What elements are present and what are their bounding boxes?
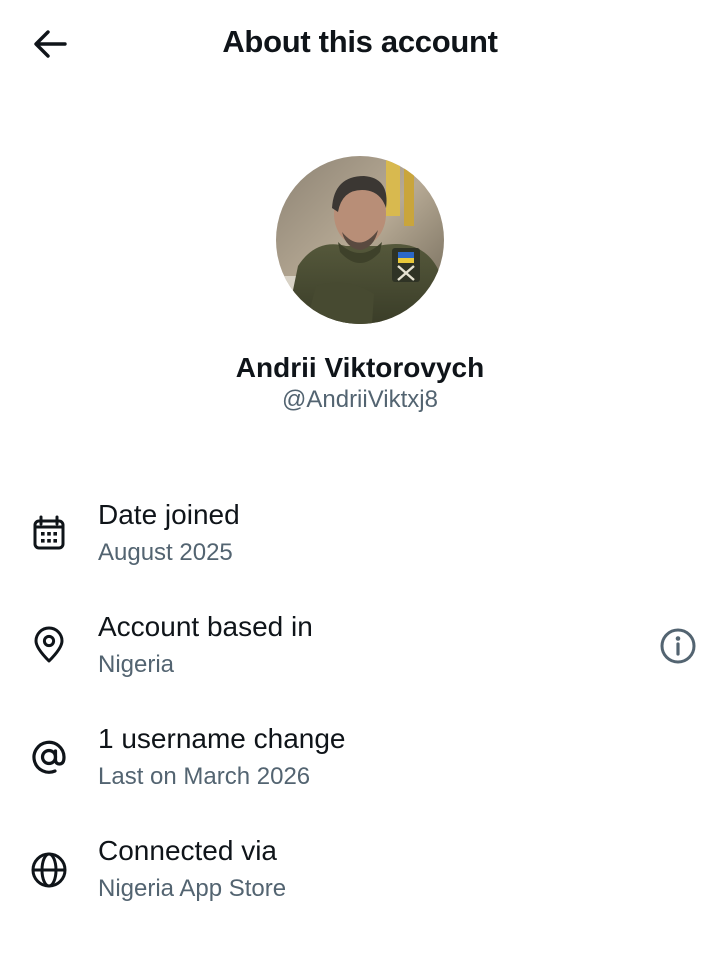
globe-icon [28,849,70,891]
profile-photo [276,156,444,324]
top-bar: About this account [0,0,720,88]
username-change-value: Last on March 2026 [98,763,311,790]
date-joined-value: August 2025 [98,539,233,566]
account-based-in-label: Account based in [98,611,313,642]
detail-row-connected-via: Connected via Nigeria App Store [0,834,720,926]
at-sign-icon [28,736,70,778]
connected-via-value: Nigeria App Store [98,875,287,902]
detail-row-username-change: 1 username change Last on March 2026 [0,722,720,814]
connected-via-label: Connected via [98,835,278,866]
username-change-label: 1 username change [98,723,346,754]
display-name: Andrii Viktorovych [235,352,485,383]
username-handle: @AndriiViktxj8 [282,386,438,413]
location-pin-icon [28,624,70,666]
account-based-in-value: Nigeria [98,651,175,678]
detail-row-account-based-in: Account based in Nigeria [0,610,720,702]
calendar-icon [28,512,70,554]
detail-row-date-joined: Date joined August 2025 [0,498,720,590]
date-joined-label: Date joined [98,499,240,530]
avatar[interactable] [276,156,444,324]
page-title: About this account [222,24,498,59]
info-button[interactable] [656,624,700,668]
info-icon [660,628,696,664]
